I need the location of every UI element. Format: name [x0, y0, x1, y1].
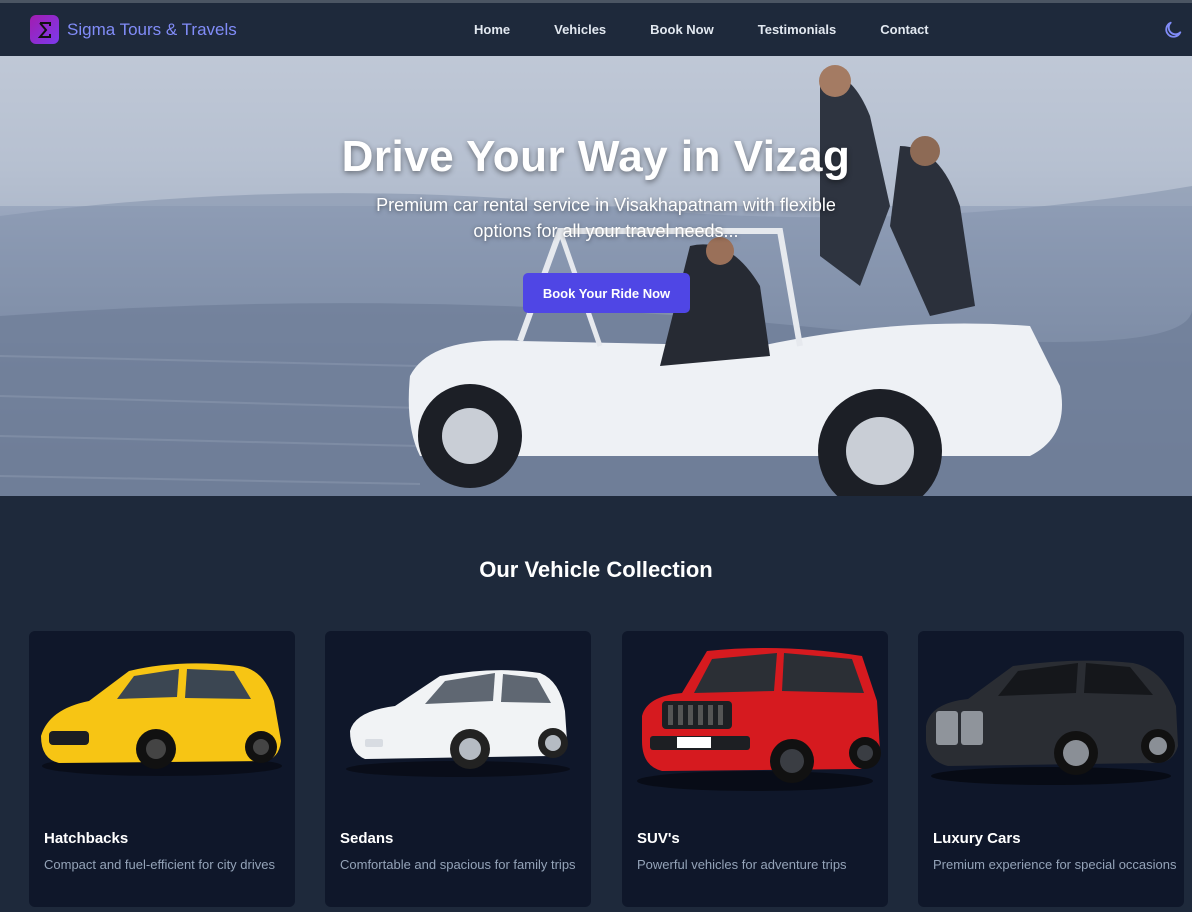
nav-book-now[interactable]: Book Now	[650, 22, 714, 37]
hero-subtitle: Premium car rental service in Visakhapat…	[376, 195, 836, 241]
book-ride-button[interactable]: Book Your Ride Now	[523, 273, 690, 313]
hero-section: Drive Your Way in Vizag Premium car rent…	[0, 56, 1192, 496]
moon-icon[interactable]	[1162, 19, 1184, 41]
brand-name: Sigma Tours & Travels	[67, 19, 237, 39]
nav-testimonials[interactable]: Testimonials	[758, 22, 837, 37]
sigma-icon	[30, 15, 59, 44]
vehicle-card-hatchbacks[interactable]: Hatchbacks Compact and fuel-efficient fo…	[29, 631, 295, 907]
nav-home[interactable]: Home	[474, 22, 510, 37]
luxury-car-image	[926, 660, 1178, 785]
site-header: Sigma Tours & Travels Home Vehicles Book…	[0, 3, 1192, 56]
card-description: Comfortable and spacious for family trip…	[340, 857, 576, 872]
card-title: SUV's	[637, 830, 680, 847]
nav-vehicles[interactable]: Vehicles	[554, 22, 606, 37]
card-description: Compact and fuel-efficient for city driv…	[44, 857, 275, 872]
nav-contact[interactable]: Contact	[880, 22, 928, 37]
vehicle-card-luxury[interactable]: Luxury Cars Premium experience for speci…	[918, 631, 1184, 907]
card-title: Hatchbacks	[44, 830, 129, 847]
card-title: Luxury Cars	[933, 830, 1021, 847]
vehicle-card-suvs[interactable]: SUV's Powerful vehicles for adventure tr…	[622, 631, 888, 907]
card-description: Powerful vehicles for adventure trips	[637, 857, 847, 872]
hero-title: Drive Your Way in Vizag	[341, 132, 851, 181]
main-nav: Home Vehicles Book Now Testimonials Cont…	[474, 3, 973, 56]
hatchback-car-image	[41, 663, 282, 776]
card-title: Sedans	[340, 830, 394, 847]
sedan-car-image	[346, 670, 570, 777]
suv-car-image	[637, 647, 881, 791]
collection-title: Our Vehicle Collection	[479, 557, 713, 582]
vehicle-card-sedans[interactable]: Sedans Comfortable and spacious for fami…	[325, 631, 591, 907]
card-description: Premium experience for special occasions	[933, 857, 1177, 872]
brand-logo[interactable]: Sigma Tours & Travels	[30, 15, 237, 44]
